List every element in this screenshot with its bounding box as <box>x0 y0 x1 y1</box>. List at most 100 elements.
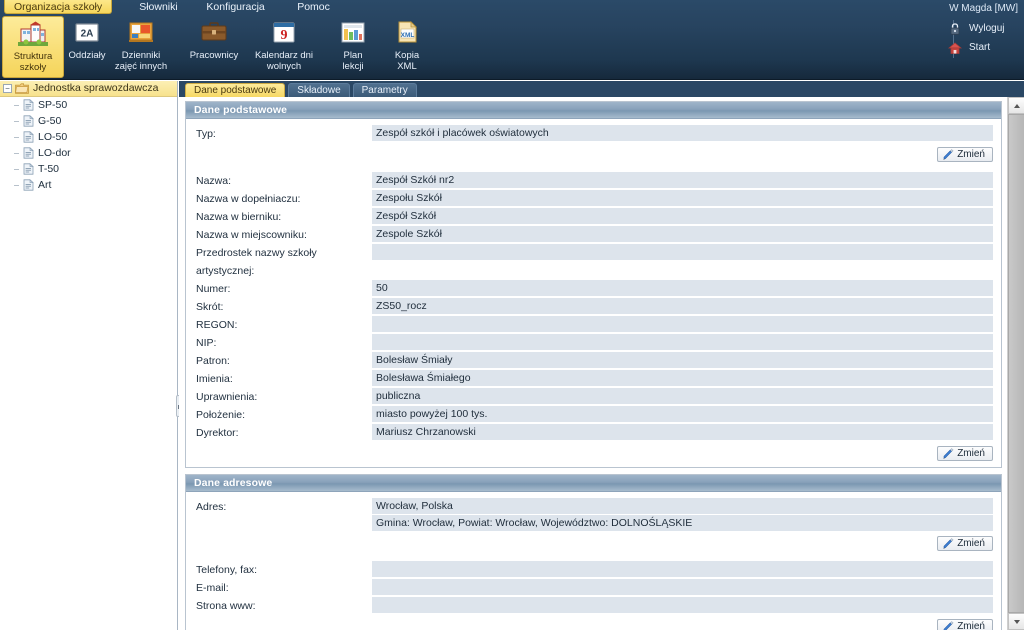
tab-label: Parametry <box>361 85 408 96</box>
field-row: Imienia: Bolesława Śmiałego <box>194 370 993 388</box>
current-user-label: W Magda [MW] <box>949 3 1018 14</box>
field-row: Adres: Wrocław, Polska Gmina: Wrocław, P… <box>194 498 993 532</box>
field-value: Zespole Szkół <box>372 226 993 243</box>
document-icon <box>23 179 34 191</box>
field-row: Dyrektor: Mariusz Chrzanowski <box>194 424 993 442</box>
field-row: Uprawnienia: publiczna <box>194 388 993 406</box>
tab-parametry[interactable]: Parametry <box>352 83 417 97</box>
field-row: Typ: Zespół szkół i placówek oświatowych <box>194 125 993 143</box>
svg-text:9: 9 <box>281 28 288 43</box>
ribbon-button-timetable[interactable]: Plan lekcji <box>322 16 384 78</box>
field-value: Zespołu Szkół <box>372 190 993 207</box>
card-title: Dane podstawowe <box>186 102 1001 119</box>
ribbon-button-briefcase[interactable]: Pracownicy <box>178 16 250 78</box>
timetable-icon <box>338 20 368 48</box>
pencil-icon <box>942 148 954 161</box>
ribbon-button-label-2: zajęć innych <box>114 61 168 72</box>
menu-tab-2[interactable]: Słowniki <box>130 0 187 14</box>
account-link-label: Start <box>969 42 991 53</box>
field-value: Bolesław Śmiały <box>372 352 993 369</box>
sidebar-item-g-50[interactable]: G-50 <box>0 113 177 129</box>
scroll-up-button[interactable] <box>1008 97 1024 114</box>
card-title: Dane adresowe <box>186 475 1001 492</box>
menu-tab-label: Organizacja szkoły <box>14 1 103 13</box>
ribbon-button-class-2a[interactable]: 2A Oddziały <box>56 16 118 78</box>
field-row: Nazwa: Zespół Szkół nr2 <box>194 172 993 190</box>
document-icon <box>23 115 34 127</box>
tree-root-node[interactable]: − Jednostka sprawozdawcza <box>0 81 177 97</box>
calendar-icon: 9 <box>269 20 299 48</box>
menu-tab-1[interactable]: Organizacja szkoły <box>4 0 113 14</box>
sidebar-item-sp-50[interactable]: SP-50 <box>0 97 177 113</box>
field-value: miasto powyżej 100 tys. <box>372 406 993 423</box>
tree-root-label: Jednostka sprawozdawcza <box>33 82 159 94</box>
edit-adres-label: Zmień <box>957 538 985 549</box>
school-building-icon <box>18 21 48 49</box>
tree-connector <box>14 121 19 122</box>
folder-icon <box>15 83 29 94</box>
ribbon-button-journals[interactable]: Dzienniki zajęć innych <box>110 16 172 78</box>
tree-connector <box>14 153 19 154</box>
field-row: Nazwa w dopełniaczu: Zespołu Szkół <box>194 190 993 208</box>
ribbon-button-label: Plan <box>343 50 363 61</box>
menu-tab-3[interactable]: Konfiguracja <box>197 0 273 14</box>
ribbon-button-label-2: wolnych <box>266 61 302 72</box>
field-value: ZS50_rocz <box>372 298 993 315</box>
field-row: Nazwa w bierniku: Zespół Szkół <box>194 208 993 226</box>
field-value: Mariusz Chrzanowski <box>372 424 993 441</box>
edit-kontakt-button[interactable]: Zmień <box>937 619 993 630</box>
sidebar-item-art[interactable]: Art <box>0 177 177 193</box>
card-body: Typ: Zespół szkół i placówek oświatowych <box>186 119 1001 467</box>
arrow-down-icon <box>1014 620 1020 624</box>
journals-icon <box>126 20 156 48</box>
ribbon-button-school-building[interactable]: Struktura szkoły <box>2 16 64 78</box>
field-row: Przedrostek nazwy szkoły artystycznej: <box>194 244 993 280</box>
ribbon-button-label: Dzienniki <box>121 50 161 61</box>
tab-sk-adowe[interactable]: Składowe <box>288 83 350 97</box>
field-row: Patron: Bolesław Śmiały <box>194 352 993 370</box>
sidebar-item-t-50[interactable]: T-50 <box>0 161 177 177</box>
ribbon-button-calendar[interactable]: 9 Kalendarz dni wolnych <box>248 16 320 78</box>
field-value <box>372 597 993 614</box>
field-row: Telefony, fax: <box>194 561 993 579</box>
card-body: Adres: Wrocław, Polska Gmina: Wrocław, P… <box>186 492 1001 630</box>
ribbon-button-xml-file[interactable]: XML Kopia XML <box>376 16 438 78</box>
edit-dane-podstawowe-button[interactable]: Zmień <box>937 446 993 461</box>
ribbon-button-label-2: szkoły <box>19 62 47 73</box>
pencil-icon <box>942 537 954 550</box>
button-row: Zmień <box>194 143 993 164</box>
top-banner: Organizacja szkoły Słowniki Konfiguracja Po… <box>0 0 1024 80</box>
sidebar-item-label: G-50 <box>38 115 62 127</box>
field-row: REGON: <box>194 316 993 334</box>
account-link-label: Wyloguj <box>969 23 1005 34</box>
field-value: Zespół Szkół nr2 <box>372 172 993 189</box>
menu-tab-4[interactable]: Pomoc <box>288 0 339 14</box>
sidebar-item-label: Art <box>38 179 52 191</box>
field-value: publiczna <box>372 388 993 405</box>
account-link-start[interactable]: Start <box>947 38 1020 57</box>
scroll-down-button[interactable] <box>1008 613 1024 630</box>
edit-adres-button[interactable]: Zmień <box>937 536 993 551</box>
field-label: Typ: <box>196 128 216 140</box>
class-2a-icon: 2A <box>72 20 102 48</box>
sidebar-item-lo-50[interactable]: LO-50 <box>0 129 177 145</box>
menu-tab-label: Słowniki <box>139 1 178 13</box>
svg-text:2A: 2A <box>81 29 94 40</box>
field-label: Patron: <box>196 355 230 367</box>
pencil-icon <box>942 620 954 630</box>
account-link-wyloguj[interactable]: Wyloguj <box>948 19 1020 38</box>
menu-bar: Organizacja szkoły Słowniki Konfiguracja Po… <box>0 0 1024 14</box>
field-value <box>372 316 993 333</box>
sidebar-item-lo-dor[interactable]: LO-dor <box>0 145 177 161</box>
vertical-scrollbar[interactable] <box>1007 97 1024 630</box>
tree-expander-icon[interactable]: − <box>3 84 12 93</box>
scrollbar-thumb[interactable] <box>1008 114 1024 613</box>
field-value <box>372 244 993 261</box>
sidebar-item-label: LO-50 <box>38 131 68 143</box>
tab-dane-podstawowe[interactable]: Dane podstawowe <box>185 83 286 97</box>
field-value <box>372 561 993 578</box>
application-window: Organizacja szkoły Słowniki Konfiguracja Po… <box>0 0 1024 630</box>
field-value: Bolesława Śmiałego <box>372 370 993 387</box>
account-links: Wyloguj Start <box>947 19 1020 57</box>
edit-typ-button[interactable]: Zmień <box>937 147 993 162</box>
